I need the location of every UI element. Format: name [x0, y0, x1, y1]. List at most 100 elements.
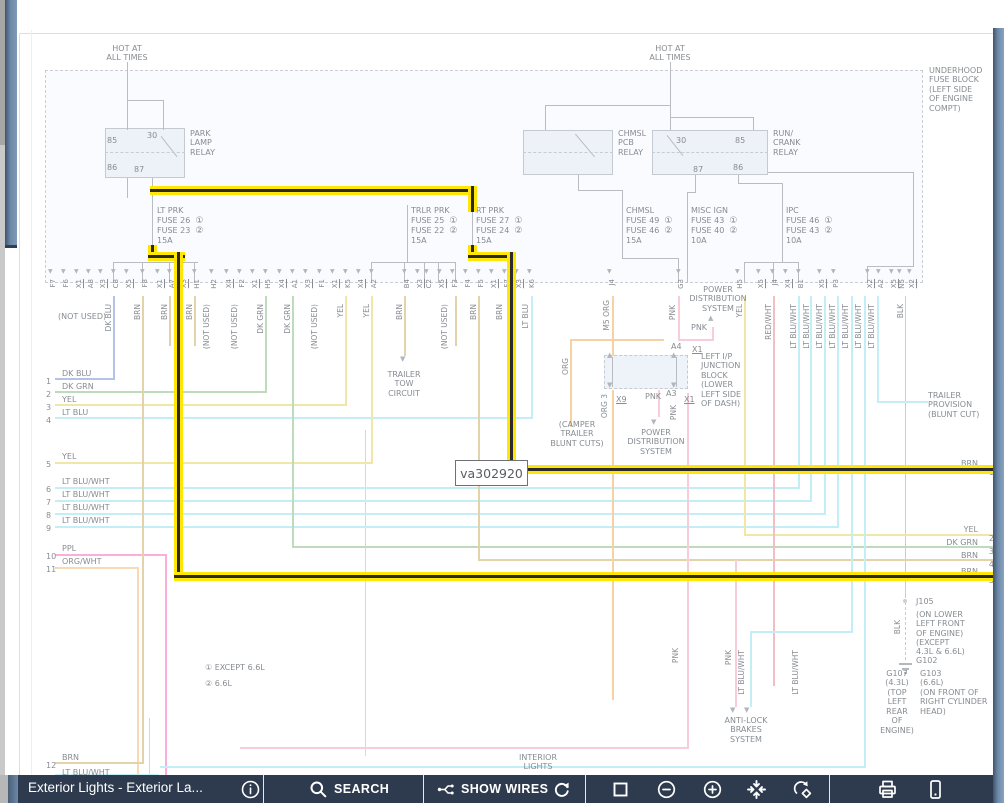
refresh-icon[interactable]	[551, 779, 572, 800]
wire-segment[interactable]	[877, 401, 928, 403]
wire-segment[interactable]	[55, 500, 812, 502]
wire-segment[interactable]	[750, 631, 752, 707]
wire-segment[interactable]	[292, 296, 294, 548]
wire-color-label: M5 ORG	[602, 300, 611, 331]
pin-arrow-icon: ▼	[209, 268, 214, 275]
diagram-label: X1	[692, 345, 703, 354]
search-button[interactable]: SEARCH	[334, 782, 389, 796]
wire-segment[interactable]	[169, 296, 171, 346]
schematic-line	[407, 245, 408, 262]
wire-segment[interactable]	[750, 631, 853, 633]
wire-segment[interactable]	[55, 526, 839, 528]
print-icon[interactable]	[876, 778, 899, 801]
diagram-title[interactable]: Exterior Lights - Exterior La...	[28, 780, 203, 795]
wire-color-label: ORG 3	[600, 394, 609, 419]
wire-segment[interactable]	[687, 393, 689, 749]
wire-segment[interactable]	[55, 513, 826, 515]
wire-segment[interactable]	[478, 296, 480, 561]
diagram-label: X9	[616, 395, 627, 404]
pin-arrow-icon: ▼	[502, 268, 507, 275]
wire-segment[interactable]	[744, 296, 746, 536]
wire-segment[interactable]	[160, 766, 866, 768]
pin-arrow-icon: ▼	[489, 268, 494, 275]
wire-segment[interactable]	[404, 296, 406, 356]
wire-segment[interactable]	[165, 554, 167, 775]
wire-segment[interactable]	[678, 296, 680, 341]
wire-segment[interactable]	[345, 296, 347, 406]
pin-label: X5	[890, 279, 898, 289]
pin-label: F7	[49, 279, 57, 288]
wire-segment[interactable]	[798, 296, 800, 489]
show-wires-button[interactable]: SHOW WIRES	[461, 782, 548, 796]
pin-arrow-icon: ▼	[167, 268, 172, 275]
fit-page-icon[interactable]	[610, 779, 631, 800]
left-wire-row: 9 LT BLU/WHT	[36, 516, 166, 534]
search-icon[interactable]	[308, 779, 329, 800]
highlighted-wire[interactable]	[468, 186, 477, 212]
pin-label: F5	[477, 279, 485, 288]
diagram-label: ▼	[744, 706, 750, 714]
wire-segment[interactable]	[113, 296, 115, 380]
wire-segment[interactable]	[265, 296, 267, 393]
pin-arrow-icon: ▼	[48, 268, 53, 275]
wire-segment[interactable]	[570, 339, 664, 341]
pin-arrow-icon: ▼	[607, 268, 612, 275]
pin-arrow-icon: ▼	[450, 268, 455, 275]
wire-segment[interactable]	[194, 296, 196, 346]
highlighted-wire[interactable]	[150, 186, 477, 195]
wire-segment[interactable]	[292, 546, 993, 548]
highlighted-wire[interactable]	[174, 572, 993, 581]
schematic-line	[19, 33, 20, 775]
pin-label: A1	[291, 279, 299, 289]
zoom-out-icon[interactable]	[656, 779, 677, 800]
info-icon[interactable]	[240, 779, 261, 800]
diagram-label: 86	[733, 163, 744, 172]
highlighted-wire[interactable]	[507, 252, 516, 474]
highlighted-wire[interactable]	[174, 252, 183, 581]
wire-segment[interactable]	[864, 296, 866, 766]
pin-label: N5	[898, 279, 906, 289]
zoom-in-icon[interactable]	[702, 779, 723, 800]
pin-label: X1	[75, 279, 83, 289]
wire-segment[interactable]	[455, 296, 457, 346]
wire-segment[interactable]	[570, 339, 572, 427]
wire-segment[interactable]	[137, 567, 139, 775]
diagram-label: ▲	[671, 351, 677, 359]
fuse-block: LT PRK FUSE 26 ① FUSE 23 ② 15A	[157, 206, 227, 246]
schematic-line	[652, 152, 768, 153]
wire-segment[interactable]	[678, 339, 714, 341]
wire-segment[interactable]	[612, 390, 614, 700]
schematic-line	[371, 262, 456, 263]
pin-arrow-icon: ▼	[889, 268, 894, 275]
toolbar-divider	[585, 775, 586, 803]
rotate-icon[interactable]	[792, 779, 813, 800]
fuse-amperage: 15A	[476, 236, 492, 245]
wire-row-color: LT BLU/WHT	[62, 490, 110, 499]
fit-screen-icon[interactable]	[746, 779, 767, 800]
pin-label: J4	[771, 279, 779, 286]
wire-segment[interactable]	[240, 747, 687, 749]
diagram-label: ANTI-LOCK BRAKES SYSTEM	[724, 716, 768, 744]
wire-color-label: DK GRN	[256, 304, 265, 334]
highlighted-wire[interactable]	[507, 465, 993, 474]
wire-segment[interactable]	[712, 327, 714, 339]
show-wires-icon[interactable]	[436, 779, 457, 800]
pin-label: A8	[87, 279, 95, 289]
pin-label: X5	[438, 279, 446, 289]
wire-segment[interactable]	[773, 296, 775, 686]
wire-color-label: LT BLU/WHT	[815, 304, 824, 349]
save-to-device-icon[interactable]	[924, 778, 947, 801]
wire-segment[interactable]	[531, 296, 533, 419]
wire-segment[interactable]	[877, 296, 879, 403]
wire-segment[interactable]	[824, 296, 826, 515]
wire-color-label: LT BLU	[521, 304, 530, 329]
wire-segment[interactable]	[371, 296, 373, 464]
wire-segment[interactable]	[837, 296, 839, 528]
fuse-block: IPC FUSE 46 ① FUSE 43 ② 10A	[786, 206, 856, 246]
wire-segment[interactable]	[612, 296, 614, 356]
diagram-label: ② 6.6L	[205, 679, 232, 688]
bottom-left-blue	[8, 775, 18, 803]
wire-color-label: LT BLU/WHT	[841, 304, 850, 349]
wire-color-label: BRN	[133, 304, 142, 320]
pin-label: H1	[193, 279, 201, 289]
